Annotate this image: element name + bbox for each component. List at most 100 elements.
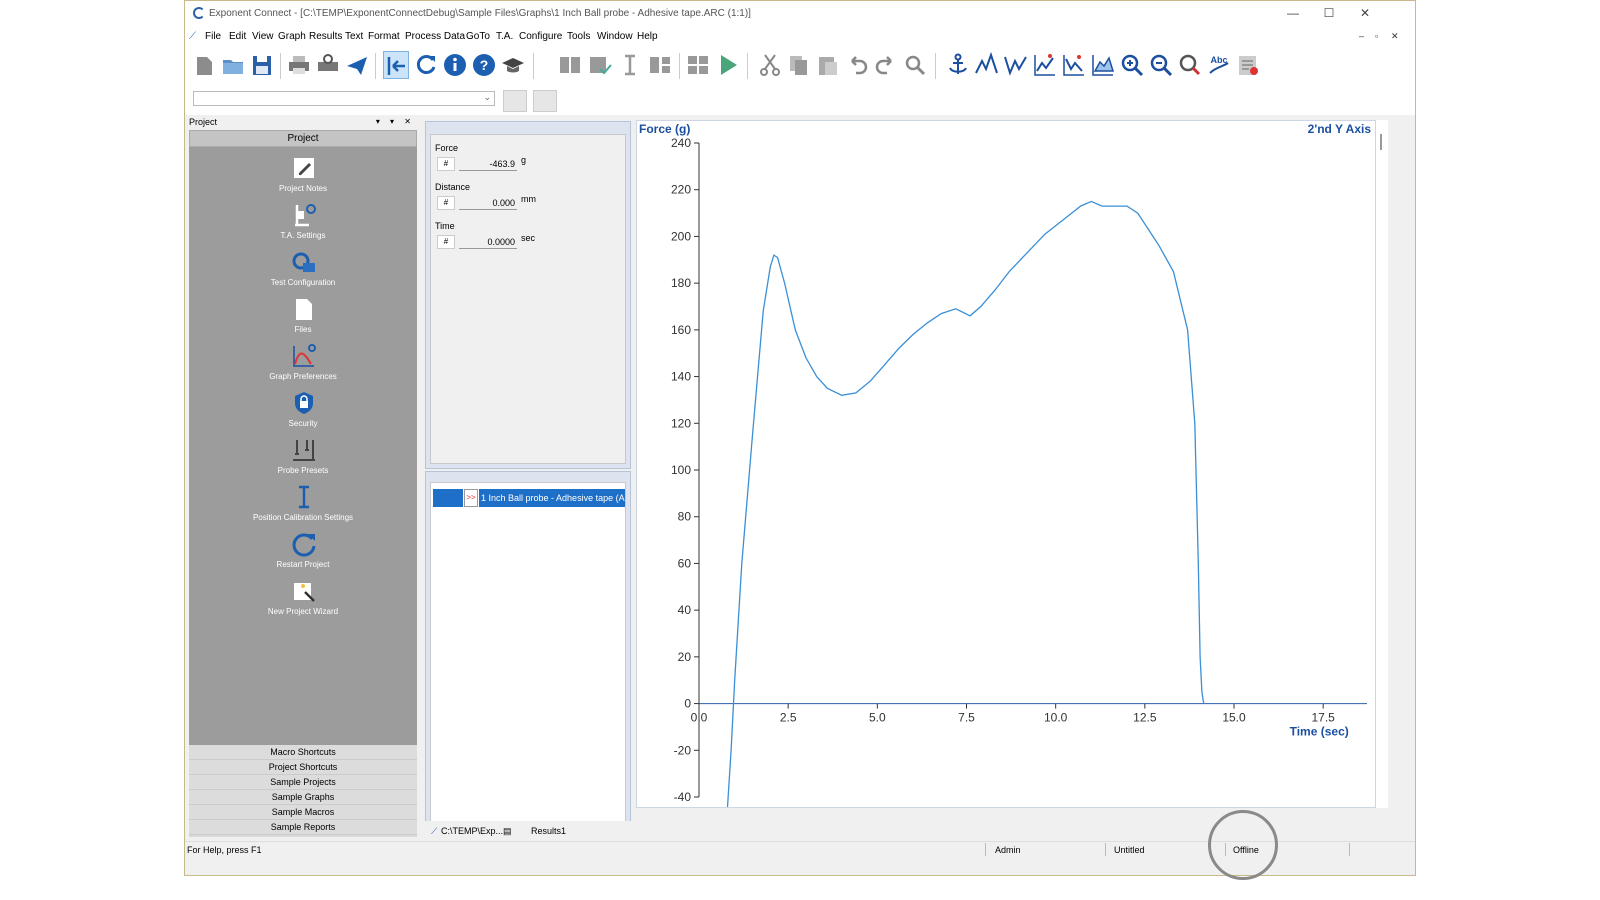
- distance-format-button[interactable]: #: [437, 196, 455, 210]
- menu-file[interactable]: File: [205, 31, 221, 42]
- series-arrows[interactable]: >>: [464, 489, 478, 507]
- link-sample-macros[interactable]: Sample Macros: [189, 805, 417, 820]
- series-color-swatch[interactable]: [433, 489, 463, 507]
- force-time-chart[interactable]: 240220200180160140120100806040200-20-400…: [637, 121, 1375, 807]
- project-item-label: Restart Project: [276, 560, 330, 569]
- menu-view[interactable]: View: [252, 31, 274, 42]
- send-icon[interactable]: [344, 51, 370, 79]
- files-item[interactable]: Files: [189, 296, 417, 340]
- force-format-button[interactable]: #: [437, 157, 455, 171]
- ta-settings-item[interactable]: T.A. Settings: [189, 202, 417, 246]
- info-icon[interactable]: [442, 51, 468, 79]
- peak-icon[interactable]: [974, 51, 1000, 79]
- graph-marker-icon[interactable]: [1032, 51, 1058, 79]
- menu-tools[interactable]: Tools: [567, 31, 590, 42]
- settings-list-icon[interactable]: [1235, 51, 1261, 79]
- status-divider: [1105, 843, 1106, 856]
- run-icon[interactable]: [715, 51, 741, 79]
- import-icon[interactable]: [557, 51, 583, 79]
- security-item[interactable]: Security: [189, 390, 417, 434]
- y-tick-label: 140: [671, 370, 691, 384]
- file-list-row[interactable]: >> 1 Inch Ball probe - Adhesive tape (A: [433, 489, 625, 507]
- undo-icon[interactable]: [844, 51, 870, 79]
- new-project-wizard-item[interactable]: New Project Wizard: [189, 578, 417, 622]
- maximize-button[interactable]: ☐: [1315, 4, 1343, 22]
- graph-marker2-icon[interactable]: [1061, 51, 1087, 79]
- menu-window[interactable]: Window: [597, 31, 633, 42]
- valley-icon[interactable]: [1003, 51, 1029, 79]
- link-sample-graphs[interactable]: Sample Graphs: [189, 790, 417, 805]
- paste-icon[interactable]: [815, 51, 841, 79]
- stop-macro-button[interactable]: [533, 90, 557, 112]
- print-preview-icon[interactable]: [315, 51, 341, 79]
- open-folder-icon[interactable]: [220, 51, 246, 79]
- print-icon[interactable]: [286, 51, 312, 79]
- minimize-button[interactable]: —: [1279, 4, 1307, 22]
- zoom-out-icon[interactable]: [1148, 51, 1174, 79]
- macro-combo[interactable]: ⌄: [193, 91, 495, 106]
- graph-area-icon[interactable]: [1090, 51, 1116, 79]
- mdi-restore-button[interactable]: ▫: [1375, 31, 1378, 41]
- graduation-cap-icon[interactable]: [500, 51, 526, 79]
- file-name[interactable]: 1 Inch Ball probe - Adhesive tape (A: [479, 489, 625, 507]
- test-configuration-item[interactable]: Test Configuration: [189, 249, 417, 293]
- menu-results[interactable]: Results: [309, 31, 342, 42]
- tab-results[interactable]: Results1: [531, 823, 566, 839]
- tab-graph-file[interactable]: C:\TEMP\Exp...: [441, 823, 503, 839]
- menu-graph[interactable]: Graph: [278, 31, 306, 42]
- cut-icon[interactable]: [757, 51, 783, 79]
- vertical-measure-icon[interactable]: [617, 51, 643, 79]
- results-tab-icon: ▤: [503, 826, 512, 836]
- menu-ta[interactable]: T.A.: [496, 31, 513, 42]
- time-format-button[interactable]: #: [437, 235, 455, 249]
- mdi-minimize-button[interactable]: –: [1359, 31, 1364, 41]
- link-macro-shortcuts[interactable]: Macro Shortcuts: [189, 745, 417, 760]
- spell-check-icon[interactable]: Abc: [1206, 51, 1232, 79]
- grid-icon[interactable]: [685, 51, 711, 79]
- menu-configure[interactable]: Configure: [519, 31, 562, 42]
- find-icon[interactable]: [902, 51, 928, 79]
- scroll-thumb[interactable]: [1380, 134, 1382, 150]
- close-button[interactable]: ✕: [1351, 4, 1379, 22]
- menu-format[interactable]: Format: [368, 31, 400, 42]
- link-sample-reports[interactable]: Sample Reports: [189, 820, 417, 835]
- new-icon[interactable]: [191, 51, 217, 79]
- arrow-left-icon[interactable]: [383, 51, 409, 79]
- run-macro-button[interactable]: [503, 90, 527, 112]
- ta-settings-icon: [291, 202, 317, 228]
- menu-process-data[interactable]: Process Data: [405, 31, 465, 42]
- position-calibration-item[interactable]: Position Calibration Settings: [189, 484, 417, 528]
- vertical-scrollbar[interactable]: [1376, 120, 1388, 808]
- menu-edit[interactable]: Edit: [229, 31, 246, 42]
- redo-icon[interactable]: [873, 51, 899, 79]
- copy-icon[interactable]: [786, 51, 812, 79]
- help-icon[interactable]: ?: [471, 51, 497, 79]
- restart-project-item[interactable]: Restart Project: [189, 531, 417, 575]
- menu-help[interactable]: Help: [637, 31, 658, 42]
- project-notes-item[interactable]: Project Notes: [189, 155, 417, 199]
- save-icon[interactable]: [249, 51, 275, 79]
- refresh-icon[interactable]: [413, 51, 439, 79]
- zoom-in-icon[interactable]: [1119, 51, 1145, 79]
- menu-text[interactable]: Text: [345, 31, 363, 42]
- mdi-close-button[interactable]: ✕: [1391, 31, 1399, 42]
- panel-pin-controls[interactable]: ▾ ▾ ✕: [376, 117, 415, 126]
- chevron-down-icon[interactable]: ⌄: [483, 92, 491, 103]
- toolbar-separator: [280, 53, 281, 79]
- security-lock-icon: [291, 390, 317, 416]
- toolbar-separator: [679, 53, 680, 79]
- y-tick-label: 240: [671, 136, 691, 150]
- highlight-circle: [1208, 810, 1278, 880]
- menu-goto[interactable]: GoTo: [466, 31, 490, 42]
- graph-area[interactable]: 240 220 200 180 160 140 120 100 80 60 40 20 0 -20 -40 0…: [636, 120, 1376, 808]
- split-icon[interactable]: [647, 51, 673, 79]
- probe-presets-item[interactable]: Probe Presets: [189, 437, 417, 481]
- link-project-shortcuts[interactable]: Project Shortcuts: [189, 760, 417, 775]
- anchor-icon[interactable]: [945, 51, 971, 79]
- highlighter-icon[interactable]: [1177, 51, 1203, 79]
- force-readout: Force # -463.9 g: [435, 143, 625, 179]
- files-icon: [291, 296, 317, 322]
- graph-preferences-item[interactable]: Graph Preferences: [189, 343, 417, 387]
- export-check-icon[interactable]: [587, 51, 613, 79]
- link-sample-projects[interactable]: Sample Projects: [189, 775, 417, 790]
